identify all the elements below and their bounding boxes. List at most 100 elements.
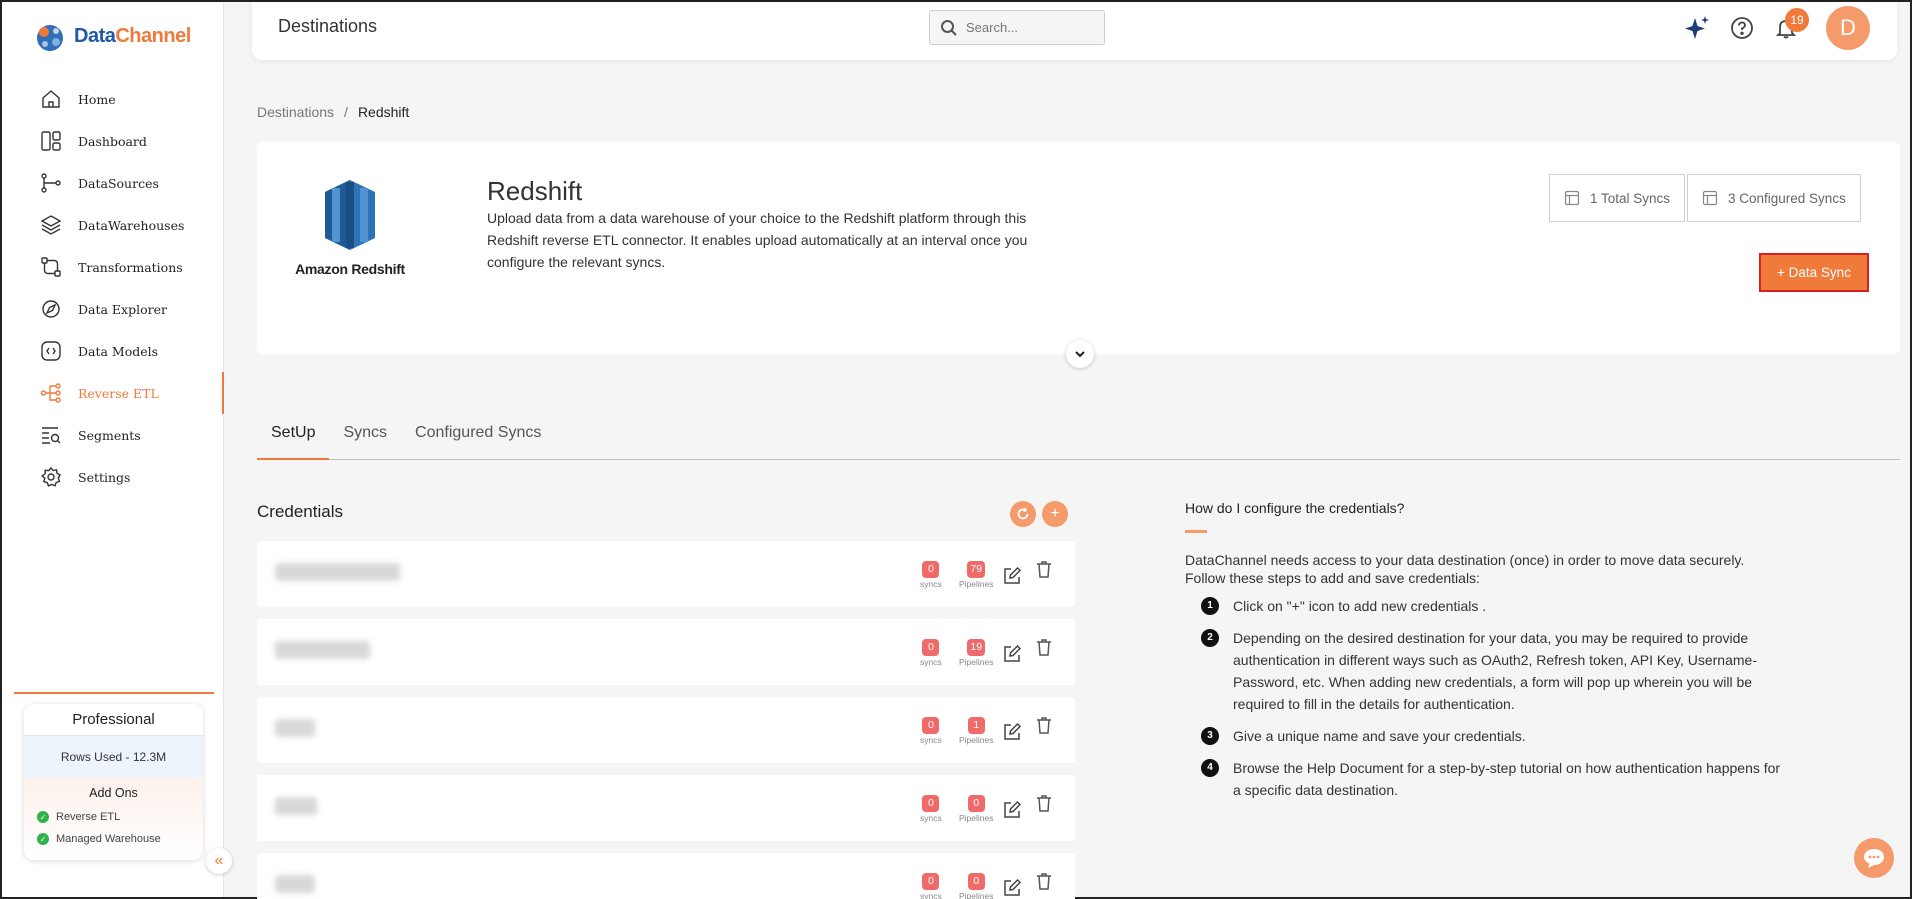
step-text: Browse the Help Document for a step-by-s… [1233, 760, 1781, 798]
sidebar-item-data-models[interactable]: Data Models [2, 330, 224, 372]
configured-syncs-stat[interactable]: 3 Configured Syncs [1687, 174, 1861, 222]
plan-title: Professional [24, 704, 203, 736]
search-box[interactable] [929, 10, 1105, 45]
syncs-label: syncs [920, 735, 942, 745]
reverse-etl-icon [40, 382, 62, 404]
edit-icon[interactable] [1002, 566, 1022, 586]
double-chevron-left-icon: « [214, 852, 224, 869]
sidebar-item-label: Home [78, 91, 116, 107]
help-intro: DataChannel needs access to your data de… [1185, 552, 1745, 586]
help-title-underline [1185, 530, 1207, 533]
gear-icon [40, 466, 62, 488]
plan-card: Professional Rows Used - 12.3M Add Ons ✓… [24, 704, 203, 860]
ai-sparkle-button[interactable] [1683, 14, 1711, 42]
add-credential-button[interactable]: + [1042, 501, 1068, 527]
help-step: 1 Click on "+" icon to add new credential… [1201, 595, 1785, 617]
syncs-count-badge: 0 [922, 873, 940, 890]
search-input[interactable] [966, 20, 1086, 35]
sidebar-item-settings[interactable]: Settings [2, 456, 224, 498]
tab-configured-syncs[interactable]: Configured Syncs [401, 412, 555, 460]
pipelines-count-badge: 0 [967, 795, 985, 812]
addons-title: Add Ons [89, 786, 138, 800]
sidebar-item-dashboard[interactable]: Dashboard [2, 120, 224, 162]
pipelines-count: 0 Pipelines [959, 793, 994, 823]
sidebar-item-home[interactable]: Home [2, 78, 224, 120]
pipelines-count-badge: 1 [967, 717, 985, 734]
question-circle-icon [1731, 17, 1753, 39]
credential-name-blurred [275, 875, 315, 893]
pipelines-count-badge: 0 [967, 873, 985, 890]
total-syncs-label: 1 Total Syncs [1590, 190, 1671, 206]
trash-icon[interactable] [1034, 871, 1054, 891]
redshift-logo-text: Amazon Redshift [295, 261, 405, 277]
sidebar-item-datawarehouses[interactable]: DataWarehouses [2, 204, 224, 246]
configured-syncs-label: 3 Configured Syncs [1728, 190, 1846, 206]
edit-icon[interactable] [1002, 722, 1022, 742]
addon-label: Reverse ETL [56, 811, 121, 823]
table-icon [1702, 190, 1718, 206]
data-explorer-icon [40, 298, 62, 320]
refresh-credentials-button[interactable] [1010, 501, 1036, 527]
avatar[interactable]: D [1826, 6, 1870, 50]
help-panel: How do I configure the credentials? Data… [1185, 500, 1785, 811]
sidebar-item-datasources[interactable]: DataSources [2, 162, 224, 204]
trash-icon[interactable] [1034, 637, 1054, 657]
help-step: 2 Depending on the desired destination fo… [1201, 627, 1785, 715]
plan-divider [14, 692, 214, 694]
plan-addons: Add Ons ✓ Reverse ETL ✓ Managed Warehous… [24, 778, 203, 860]
addon-label: Managed Warehouse [56, 833, 161, 845]
collapse-sidebar-button[interactable]: « [206, 848, 232, 874]
addon-item: ✓ Managed Warehouse [24, 828, 203, 850]
edit-icon[interactable] [1002, 644, 1022, 664]
expand-card-button[interactable] [1066, 340, 1094, 368]
destination-info-card: Amazon Redshift Redshift Upload data fro… [257, 142, 1900, 354]
credential-row[interactable]: 0 syncs 79 Pipelines [257, 541, 1075, 607]
sparkle-icon [1685, 16, 1709, 39]
syncs-count-badge: 0 [922, 639, 940, 656]
plus-icon: + [1050, 505, 1060, 522]
chat-support-button[interactable] [1854, 838, 1894, 878]
tab-syncs[interactable]: Syncs [329, 412, 401, 460]
help-steps: 1 Click on "+" icon to add new credential… [1185, 595, 1785, 801]
sidebar-item-label: DataWarehouses [78, 217, 185, 233]
sidebar-item-transformations[interactable]: Transformations [2, 246, 224, 288]
tab-setup[interactable]: SetUp [257, 412, 330, 460]
sidebar-item-label: Data Models [78, 343, 159, 359]
pipelines-count-badge: 79 [967, 561, 986, 578]
sidebar-item-label: Dashboard [78, 133, 147, 149]
breadcrumb-current: Redshift [357, 104, 410, 120]
edit-icon[interactable] [1002, 800, 1022, 820]
total-syncs-stat[interactable]: 1 Total Syncs [1549, 174, 1686, 222]
help-step: 4 Browse the Help Document for a step-by-… [1201, 757, 1785, 801]
sidebar-item-data-explorer[interactable]: Data Explorer [2, 288, 224, 330]
dashboard-icon [40, 130, 62, 152]
credential-name-blurred [275, 797, 317, 815]
credential-name-blurred [275, 641, 370, 659]
credential-row[interactable]: 0 syncs 0 Pipelines [257, 775, 1075, 841]
sidebar-item-segments[interactable]: Segments [2, 414, 224, 456]
datachannel-logo[interactable]: DataChannel [32, 18, 191, 54]
edit-icon[interactable] [1002, 878, 1022, 898]
syncs-count: 0 syncs [920, 637, 942, 667]
sidebar-item-label: Segments [78, 427, 141, 443]
help-button[interactable] [1728, 14, 1756, 42]
trash-icon[interactable] [1034, 559, 1054, 579]
breadcrumb-destinations[interactable]: Destinations [257, 104, 334, 120]
segments-icon [40, 424, 62, 446]
syncs-count-badge: 0 [922, 717, 940, 734]
sidebar-item-reverse-etl[interactable]: Reverse ETL [2, 372, 224, 414]
add-data-sync-button[interactable]: + Data Sync [1759, 253, 1869, 292]
sidebar-item-label: DataSources [78, 175, 159, 191]
help-step: 3 Give a unique name and save your creden… [1201, 725, 1785, 747]
trash-icon[interactable] [1034, 715, 1054, 735]
pipelines-label: Pipelines [959, 579, 994, 589]
trash-icon[interactable] [1034, 793, 1054, 813]
credential-row[interactable]: 0 syncs 19 Pipelines [257, 619, 1075, 685]
credential-row[interactable]: 0 syncs 0 Pipelines [257, 853, 1075, 899]
notification-count-badge: 19 [1785, 8, 1809, 32]
credential-row[interactable]: 0 syncs 1 Pipelines [257, 697, 1075, 763]
credential-name-blurred [275, 563, 400, 581]
pipelines-label: Pipelines [959, 657, 994, 667]
redshift-logo-icon [325, 180, 375, 250]
syncs-label: syncs [920, 657, 942, 667]
